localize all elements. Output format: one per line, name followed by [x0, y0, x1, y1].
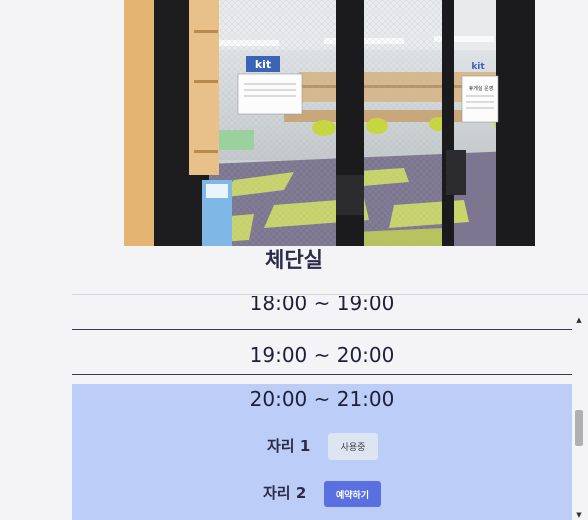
top-divider: [72, 294, 588, 295]
timeslot-divider: [72, 374, 572, 375]
room-photo: 휴게실 운영 kit kit: [124, 0, 535, 246]
scrollbar[interactable]: ▲ ▼: [572, 312, 586, 520]
seat-1-label: 자리 1: [267, 437, 311, 455]
kit-logo-right-text: kit: [471, 62, 485, 72]
timeslot-2000[interactable]: 20:00 ~ 21:00: [72, 387, 572, 411]
kit-logo-text: kit: [255, 58, 271, 71]
timeslot-2000-panel: 20:00 ~ 21:00 자리 1 사용중 자리 2 예약하기: [72, 384, 572, 520]
scroll-thumb[interactable]: [575, 410, 583, 446]
room-title: 체단실: [265, 248, 323, 272]
timeslot-list[interactable]: 18:00 ~ 19:00 19:00 ~ 20:00 20:00 ~ 21:0…: [72, 296, 572, 520]
timeslot-divider: [72, 329, 572, 330]
notice-title-text: 휴게실 운영: [469, 85, 494, 92]
seat-2-reserve-button[interactable]: 예약하기: [324, 481, 381, 507]
timeslot-1800[interactable]: 18:00 ~ 19:00: [72, 296, 572, 315]
seat-1-in-use-button[interactable]: 사용중: [328, 433, 378, 460]
seat-2-label: 자리 2: [263, 484, 307, 502]
timeslot-1900[interactable]: 19:00 ~ 20:00: [72, 343, 572, 367]
scroll-down-icon[interactable]: ▼: [572, 510, 586, 520]
room-photo-illustration: 휴게실 운영 kit kit: [124, 0, 535, 246]
scroll-up-icon[interactable]: ▲: [572, 315, 586, 325]
